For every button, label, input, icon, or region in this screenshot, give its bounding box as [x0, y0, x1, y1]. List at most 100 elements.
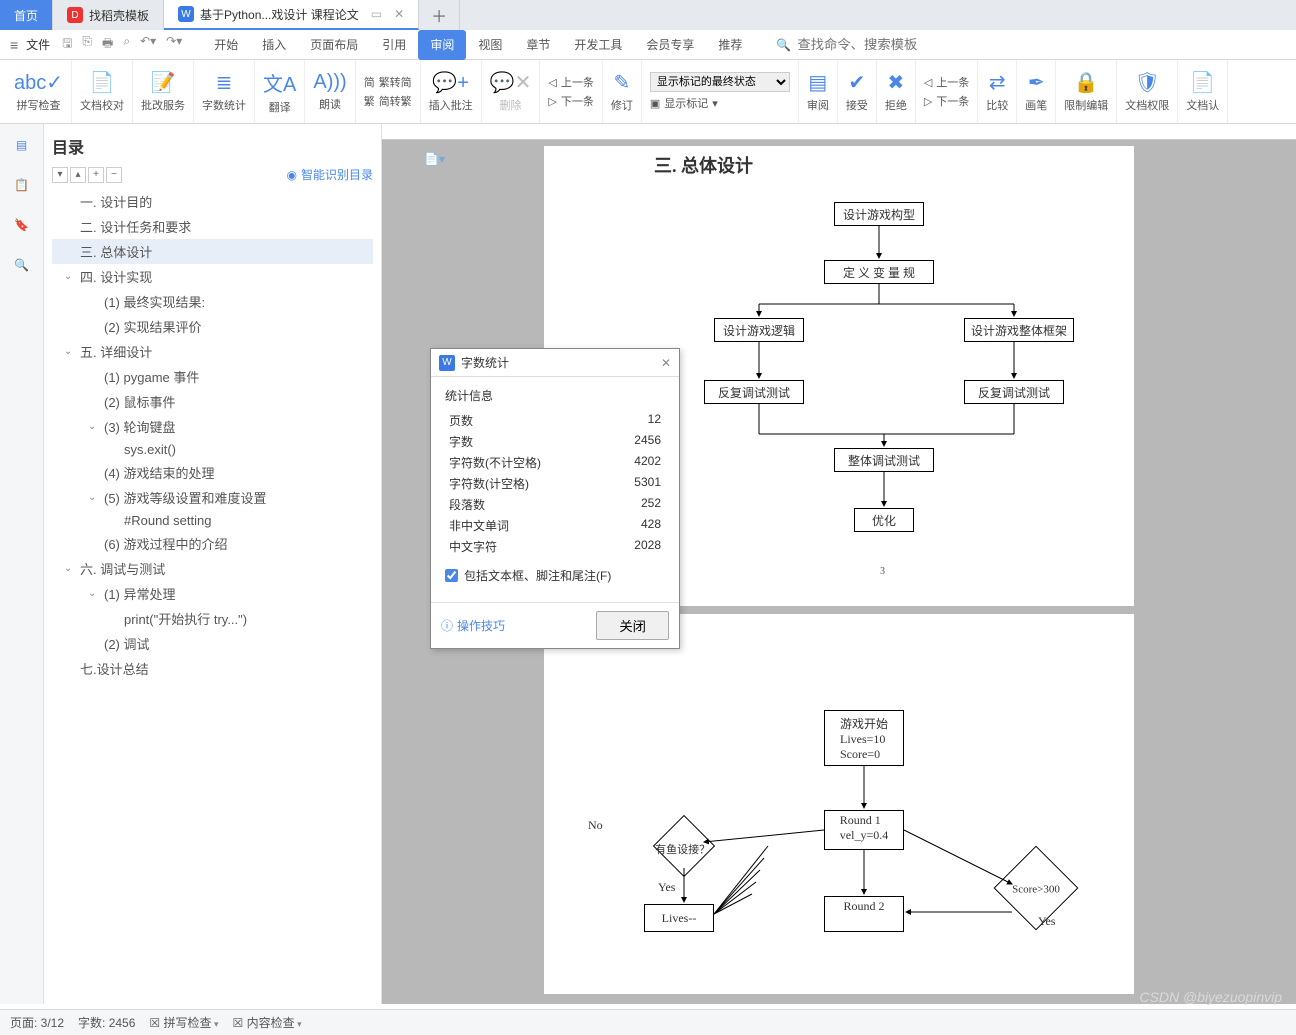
- compare-button[interactable]: ⇄比较: [978, 60, 1017, 124]
- chevron-icon: ⌄: [64, 346, 76, 357]
- flow-no-label: No: [588, 818, 603, 833]
- ribbon-tab-view[interactable]: 视图: [466, 30, 514, 60]
- toc-item[interactable]: 一. 设计目的: [52, 189, 373, 214]
- toc-item[interactable]: ⌄(3) 轮询键盘: [52, 414, 373, 439]
- search-icon[interactable]: 🔍: [776, 38, 791, 52]
- word-count-button[interactable]: ≣字数统计: [194, 60, 255, 124]
- bookmark-icon[interactable]: 🔖: [11, 214, 33, 236]
- ribbon-tab-reference[interactable]: 引用: [370, 30, 418, 60]
- ribbon-tab-start[interactable]: 开始: [202, 30, 250, 60]
- redo-icon[interactable]: ↷▾: [166, 34, 182, 55]
- tab-pin-icon[interactable]: ▭: [371, 7, 382, 21]
- doc-perm-button[interactable]: 🛡文档权限: [1117, 60, 1178, 124]
- ribbon-tab-dev[interactable]: 开发工具: [562, 30, 634, 60]
- info-icon: ⓘ: [441, 617, 453, 634]
- wps-doc-icon: W: [178, 6, 194, 22]
- spell-check-icon: abc✓: [14, 70, 63, 95]
- flow-node: 优化: [854, 508, 914, 532]
- ribbon-tab-review[interactable]: 审阅: [418, 30, 466, 60]
- next-comment-button[interactable]: ▷ 下一条: [548, 93, 593, 109]
- tab-close-icon[interactable]: ✕: [394, 7, 404, 21]
- toc-item[interactable]: sys.exit(): [52, 439, 373, 460]
- review-pane-button[interactable]: ▤审阅: [799, 60, 838, 124]
- reject-button[interactable]: ✖拒绝: [877, 60, 916, 124]
- doc-proof-button[interactable]: 📄文档校对: [72, 60, 133, 124]
- toc-item-label: (4) 游戏结束的处理: [104, 463, 215, 482]
- smart-toc-button[interactable]: ◉智能识别目录: [287, 166, 374, 183]
- include-footnotes-checkbox[interactable]: 包括文本框、脚注和尾注(F): [445, 567, 665, 584]
- toc-item[interactable]: 七.设计总结: [52, 656, 373, 681]
- insert-comment-button[interactable]: 💬+插入批注: [421, 60, 482, 124]
- toc-item[interactable]: ⌄六. 调试与测试: [52, 556, 373, 581]
- toc-item[interactable]: ⌄(1) 异常处理: [52, 581, 373, 606]
- outline-icon[interactable]: ▤: [11, 134, 33, 156]
- tips-link[interactable]: ⓘ操作技巧: [441, 617, 505, 634]
- toc-add-icon[interactable]: +: [88, 167, 104, 183]
- doc-rec-button[interactable]: 📄文档认: [1178, 60, 1228, 124]
- toc-collapse-all-icon[interactable]: ▾: [52, 167, 68, 183]
- status-spell-check[interactable]: ☒ 拼写检查: [149, 1014, 218, 1031]
- status-content-check[interactable]: ☒ 内容检查: [233, 1014, 302, 1031]
- preview-icon[interactable]: ⌕: [123, 34, 130, 55]
- toc-item[interactable]: ⌄(5) 游戏等级设置和难度设置: [52, 485, 373, 510]
- toc-item[interactable]: (1) pygame 事件: [52, 364, 373, 389]
- toc-item[interactable]: (2) 实现结果评价: [52, 314, 373, 339]
- tab-add[interactable]: ＋: [419, 0, 460, 30]
- status-page[interactable]: 页面: 3/12: [10, 1014, 64, 1031]
- menu-file[interactable]: 文件: [26, 36, 50, 53]
- edit-service-button[interactable]: 📝批改服务: [133, 60, 194, 124]
- ribbon-tab-layout[interactable]: 页面布局: [298, 30, 370, 60]
- simp-to-trad-button[interactable]: 繁 简转繁: [364, 93, 412, 109]
- clipboard-icon[interactable]: 📋: [11, 174, 33, 196]
- pen-button[interactable]: ✒画笔: [1017, 60, 1056, 124]
- toc-item[interactable]: #Round setting: [52, 510, 373, 531]
- toc-item[interactable]: ⌄四. 设计实现: [52, 264, 373, 289]
- chevron-icon: ⌄: [88, 492, 100, 503]
- toc-item[interactable]: print("开始执行 try..."): [52, 606, 373, 631]
- flow-decision-diamond: 有鱼设接？: [653, 815, 715, 877]
- find-icon[interactable]: 🔍: [11, 254, 33, 276]
- ribbon-tab-recommend[interactable]: 推荐: [706, 30, 754, 60]
- toc-item[interactable]: (1) 最终实现结果:: [52, 289, 373, 314]
- toc-item[interactable]: 三. 总体设计: [52, 239, 373, 264]
- translate-button[interactable]: 文A翻译: [255, 60, 305, 124]
- delete-comment-button[interactable]: 💬✕删除: [482, 60, 541, 124]
- spell-check-button[interactable]: abc✓拼写检查: [6, 60, 72, 124]
- restrict-edit-button[interactable]: 🔒限制编辑: [1056, 60, 1117, 124]
- horizontal-ruler[interactable]: [382, 124, 1296, 140]
- toc-item[interactable]: (2) 鼠标事件: [52, 389, 373, 414]
- print-preview-icon[interactable]: ⎘: [82, 34, 92, 55]
- hamburger-icon[interactable]: ≡: [10, 37, 18, 53]
- toc-item[interactable]: (4) 游戏结束的处理: [52, 460, 373, 485]
- ribbon-tab-section[interactable]: 章节: [514, 30, 562, 60]
- track-changes-button[interactable]: ✎修订: [603, 60, 642, 124]
- tab-document[interactable]: W基于Python...戏设计 课程论文▭✕: [164, 0, 419, 30]
- toc-item[interactable]: ⌄五. 详细设计: [52, 339, 373, 364]
- flow-yes-label: Yes: [658, 880, 675, 895]
- save-icon[interactable]: 🖫: [62, 34, 72, 55]
- prev-comment-button[interactable]: ◁ 上一条: [548, 74, 593, 90]
- next-revision-button[interactable]: ▷ 下一条: [924, 93, 969, 109]
- print-icon[interactable]: 🖶: [102, 34, 113, 55]
- toc-remove-icon[interactable]: −: [106, 167, 122, 183]
- tab-templates[interactable]: D找稻壳模板: [53, 0, 164, 30]
- toc-item[interactable]: 二. 设计任务和要求: [52, 214, 373, 239]
- toc-expand-all-icon[interactable]: ▴: [70, 167, 86, 183]
- accept-button[interactable]: ✔接受: [838, 60, 877, 124]
- status-word-count[interactable]: 字数: 2456: [78, 1014, 135, 1031]
- markup-state-select[interactable]: 显示标记的最终状态: [650, 72, 790, 92]
- toc-item[interactable]: (2) 调试: [52, 631, 373, 656]
- dialog-close-icon[interactable]: ✕: [661, 356, 671, 370]
- ribbon-tab-member[interactable]: 会员专享: [634, 30, 706, 60]
- search-input[interactable]: [797, 37, 957, 52]
- read-aloud-button[interactable]: A)))朗读: [305, 60, 355, 124]
- trad-to-simp-button[interactable]: 简 繁转简: [364, 74, 412, 90]
- translate-icon: 文A: [263, 68, 296, 97]
- ribbon-tab-insert[interactable]: 插入: [250, 30, 298, 60]
- prev-revision-button[interactable]: ◁ 上一条: [924, 74, 969, 90]
- toc-item[interactable]: (6) 游戏过程中的介绍: [52, 531, 373, 556]
- tab-home[interactable]: 首页: [0, 0, 53, 30]
- show-markup-button[interactable]: ▣ 显示标记 ▾: [650, 95, 790, 111]
- undo-icon[interactable]: ↶▾: [140, 34, 156, 55]
- dialog-close-button[interactable]: 关闭: [596, 611, 669, 640]
